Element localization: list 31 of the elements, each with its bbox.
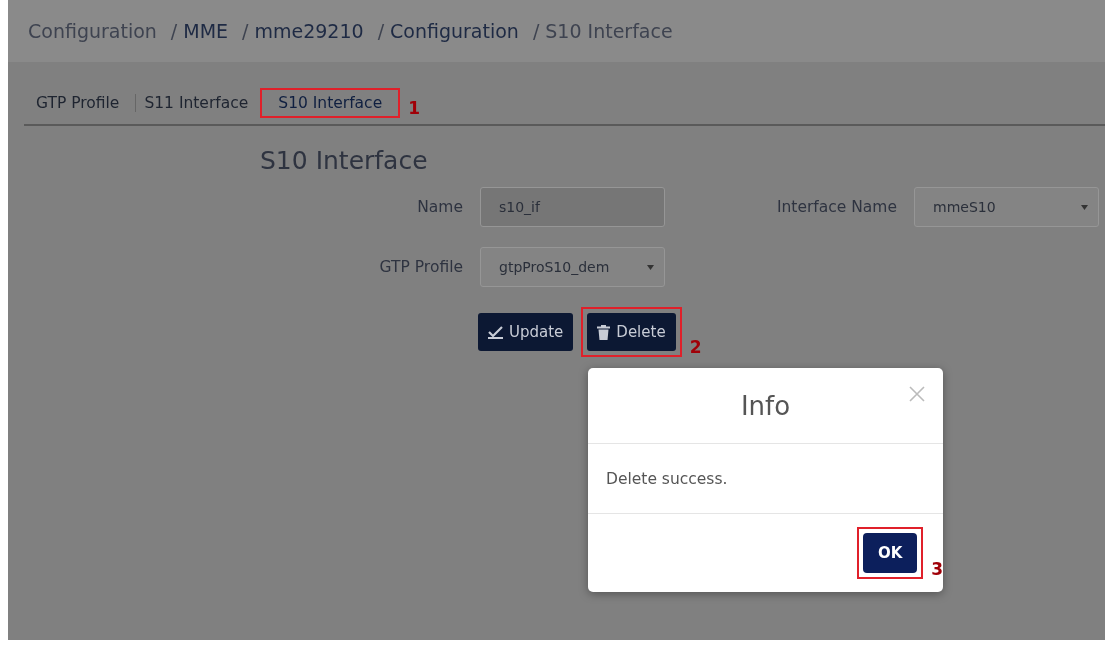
dialog-title: Info	[740, 390, 791, 421]
trash-icon	[597, 324, 611, 340]
breadcrumb-separator: /	[242, 20, 249, 42]
ok-button[interactable]: OK	[863, 533, 918, 573]
field-label: Interface Name	[775, 198, 897, 216]
breadcrumb-separator: /	[377, 20, 385, 42]
breadcrumb-separator: /	[170, 20, 178, 42]
breadcrumb-item: S10 Interface	[545, 20, 673, 42]
caret-icon	[1081, 204, 1088, 210]
select-field[interactable]: gtpProS10_dem	[480, 247, 665, 287]
step-number: 2	[689, 337, 702, 357]
step-number: 1	[408, 98, 421, 118]
check-underline-icon	[488, 325, 503, 339]
field-label: Name	[416, 198, 463, 216]
breadcrumb-link[interactable]: mme29210	[254, 20, 364, 42]
tab[interactable]: S10 Interface	[270, 94, 391, 112]
select-field[interactable]: mmeS10	[914, 187, 1099, 227]
delete-button[interactable]: Delete	[587, 313, 676, 351]
update-button[interactable]: Update	[478, 313, 574, 351]
breadcrumb-link[interactable]: Configuration	[390, 20, 519, 42]
breadcrumb-link[interactable]: MME	[183, 20, 229, 42]
close-icon[interactable]	[909, 386, 925, 402]
breadcrumb-item: Configuration	[28, 20, 157, 42]
tab[interactable]: S11 Interface	[135, 94, 257, 112]
step-number: 3	[931, 559, 943, 579]
caret-icon	[647, 264, 654, 270]
field-label: GTP Profile	[378, 258, 463, 276]
tab[interactable]: GTP Profile	[28, 94, 128, 112]
dialog-message: Delete success.	[606, 469, 728, 488]
breadcrumb-separator: /	[532, 20, 540, 42]
form-title: S10 Interface	[260, 146, 429, 175]
